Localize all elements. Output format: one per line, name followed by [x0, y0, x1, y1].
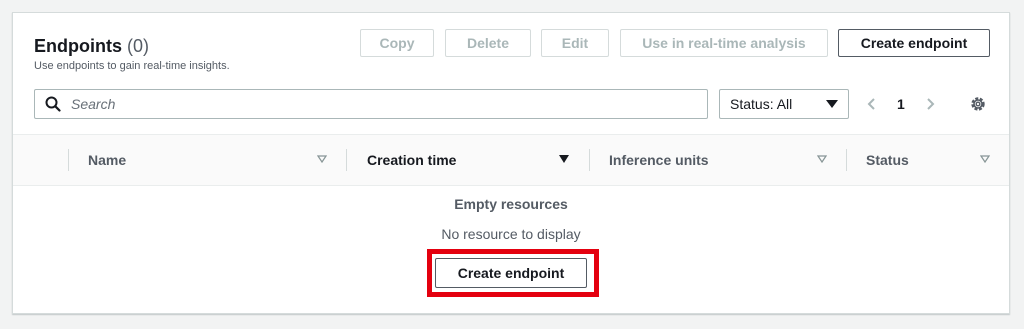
edit-button[interactable]: Edit: [541, 29, 609, 57]
endpoint-count: (0): [127, 36, 150, 56]
column-divider: [589, 149, 590, 171]
title-text: Endpoints: [34, 36, 122, 56]
pagination: 1: [865, 89, 937, 119]
sort-icon[interactable]: [317, 154, 327, 164]
column-divider: [346, 149, 347, 171]
chevron-left-icon[interactable]: [865, 97, 879, 111]
create-endpoint-button[interactable]: Create endpoint: [838, 29, 990, 57]
empty-state-create-endpoint-button[interactable]: Create endpoint: [435, 258, 587, 288]
column-divider: [846, 149, 847, 171]
status-select-value: Status: All: [730, 96, 793, 112]
header: Endpoints (0) Use endpoints to gain real…: [34, 36, 230, 72]
table-header: Name Creation time Inference units Statu…: [13, 134, 1009, 186]
column-header-name[interactable]: Name: [88, 135, 126, 185]
page-title: Endpoints (0): [34, 36, 230, 57]
search-icon: [45, 96, 61, 112]
copy-button[interactable]: Copy: [360, 29, 434, 57]
column-header-status[interactable]: Status: [866, 135, 909, 185]
chevron-right-icon[interactable]: [923, 97, 937, 111]
use-in-realtime-analysis-button[interactable]: Use in real-time analysis: [620, 29, 828, 57]
sort-icon[interactable]: [980, 154, 990, 164]
sort-icon[interactable]: [817, 154, 827, 164]
column-header-inference-units[interactable]: Inference units: [609, 135, 709, 185]
empty-state-title: Empty resources: [454, 196, 568, 212]
endpoints-panel: Endpoints (0) Use endpoints to gain real…: [12, 12, 1010, 314]
current-page[interactable]: 1: [897, 96, 905, 112]
column-header-creation-time[interactable]: Creation time: [367, 135, 456, 185]
sort-descending-icon[interactable]: [559, 154, 569, 164]
search-placeholder: Search: [71, 96, 116, 112]
caret-down-icon: [826, 100, 838, 108]
status-filter-select[interactable]: Status: All: [719, 89, 849, 119]
empty-state-message: No resource to display: [441, 226, 581, 242]
column-divider: [68, 149, 69, 171]
search-input[interactable]: Search: [34, 89, 708, 119]
gear-icon[interactable]: [969, 95, 987, 113]
delete-button[interactable]: Delete: [445, 29, 531, 57]
page-description: Use endpoints to gain real-time insights…: [34, 60, 230, 72]
